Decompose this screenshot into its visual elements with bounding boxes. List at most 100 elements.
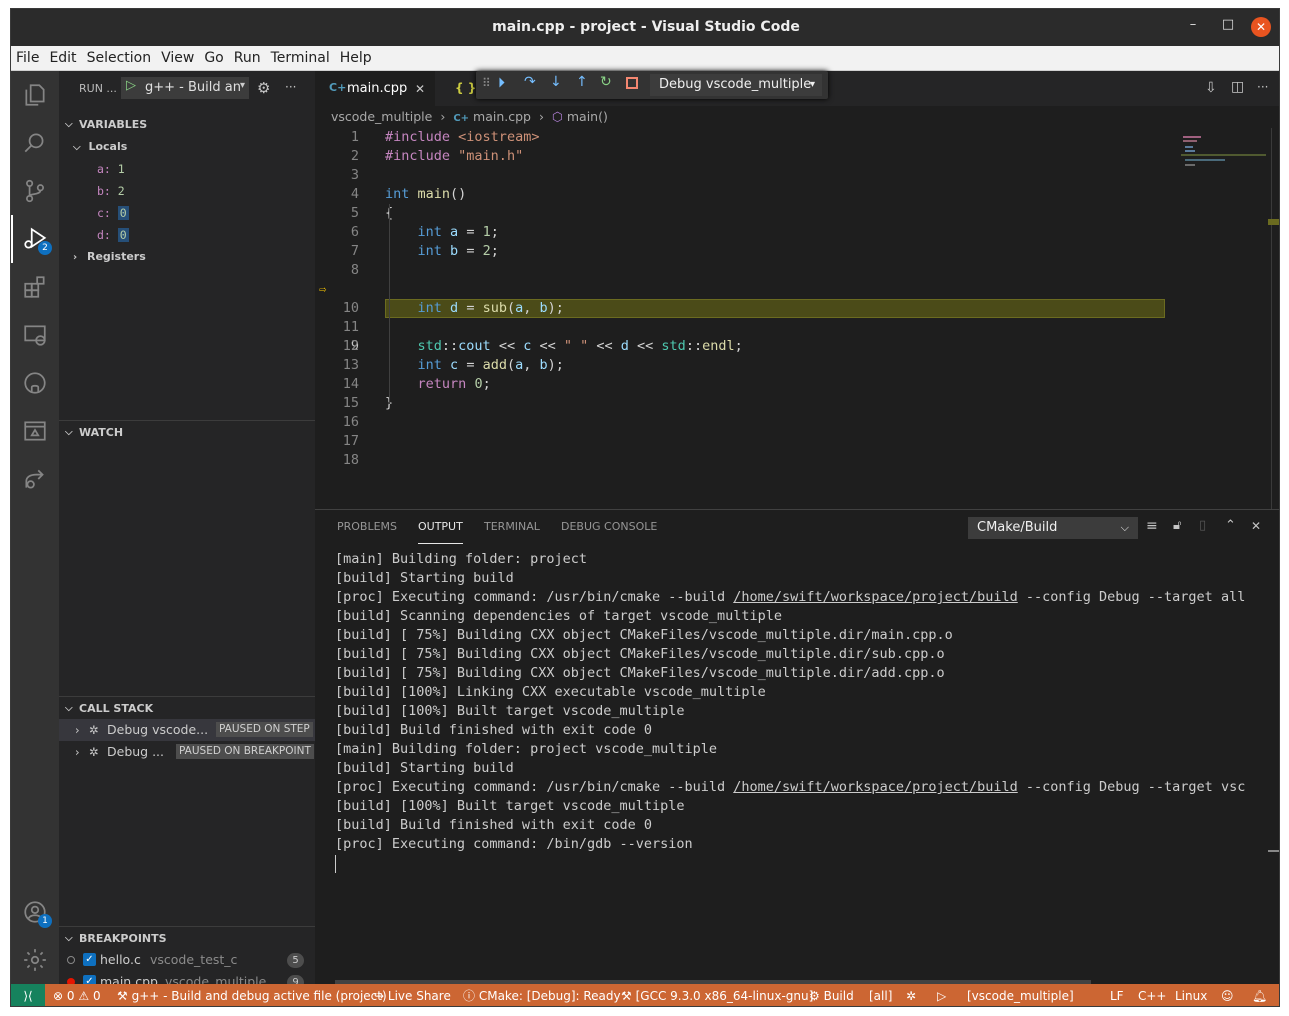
- eol-status[interactable]: LF: [1110, 984, 1124, 1006]
- launch-config-status[interactable]: ⚒ g++ - Build and debug active file (pro…: [117, 984, 387, 1006]
- breadcrumb-folder[interactable]: vscode_multiple: [331, 109, 432, 124]
- tab-main-cpp[interactable]: C+ main.cpp ✕: [315, 71, 435, 106]
- variable-b[interactable]: b: 2: [97, 180, 125, 202]
- tab-problems[interactable]: PROBLEMS: [337, 520, 397, 544]
- output-path-link[interactable]: /home/swift/workspace/project/build: [733, 779, 1017, 795]
- continue-icon[interactable]: ⏵: [498, 75, 505, 91]
- language-mode-status[interactable]: C++: [1138, 984, 1167, 1006]
- line-number: 15: [342, 395, 359, 411]
- chevron-down-icon: ▾: [239, 80, 245, 91]
- registers-scope[interactable]: › Registers: [73, 246, 146, 268]
- breadcrumb: vscode_multiple › C+ main.cpp › ⬡ main(): [315, 106, 1279, 128]
- menu-selection[interactable]: Selection: [82, 46, 157, 66]
- run-debug-icon[interactable]: 2: [11, 215, 59, 263]
- launch-config-dropdown[interactable]: ▷ g++ - Build an ▾: [121, 77, 249, 99]
- cmake-icon[interactable]: [11, 407, 59, 455]
- breakpoint-item[interactable]: ✓ hello.c vscode_test_c 5: [59, 949, 315, 971]
- menu-view[interactable]: View: [156, 46, 199, 66]
- stop-icon[interactable]: [626, 77, 638, 89]
- search-icon[interactable]: [11, 119, 59, 167]
- more-actions-icon[interactable]: ···: [1257, 80, 1268, 94]
- restart-icon[interactable]: ↻: [600, 74, 612, 90]
- locals-scope[interactable]: ⌵ Locals: [73, 136, 127, 158]
- cmake-kit-status[interactable]: ⚒ [GCC 9.3.0 x86_64-linux-gnu]: [621, 984, 813, 1006]
- output-path-link[interactable]: /home/swift/workspace/project/build: [733, 589, 1017, 605]
- maximize-button[interactable]: □: [1216, 17, 1240, 37]
- tab-output[interactable]: OUTPUT: [418, 520, 463, 544]
- remote-explorer-icon[interactable]: [11, 311, 59, 359]
- problems-status[interactable]: ⊗ 0 ⚠ 0: [53, 984, 101, 1006]
- menu-edit[interactable]: Edit: [44, 46, 81, 66]
- variable-name: a:: [97, 162, 111, 176]
- step-over-icon[interactable]: ↷: [524, 74, 536, 90]
- more-actions-icon[interactable]: ···: [285, 80, 296, 94]
- scrollbar-track[interactable]: [1271, 128, 1272, 509]
- cmake-run-icon[interactable]: ▷: [937, 984, 946, 1006]
- drag-handle-icon[interactable]: ⠿: [482, 76, 491, 90]
- output-line: [build] Build finished with exit code 0: [335, 721, 652, 740]
- cmake-status[interactable]: ⓘ CMake: [Debug]: Ready: [463, 984, 621, 1006]
- breadcrumb-symbol[interactable]: main(): [567, 109, 608, 124]
- menu-file[interactable]: File: [11, 46, 44, 66]
- menu-terminal[interactable]: Terminal: [266, 46, 335, 66]
- output-text: [build] Starting build: [335, 570, 514, 586]
- minimize-button[interactable]: –: [1181, 17, 1205, 37]
- start-debug-icon[interactable]: ▷: [126, 78, 136, 93]
- menu-go[interactable]: Go: [199, 46, 228, 66]
- extensions-icon[interactable]: [11, 263, 59, 311]
- minimap[interactable]: [1173, 128, 1268, 168]
- output-line: [proc] Executing command: /bin/gdb --ver…: [335, 835, 693, 854]
- output-log[interactable]: [main] Building folder: project [build] S…: [315, 550, 1270, 950]
- call-stack-section-header[interactable]: ⌵ CALL STACK: [59, 698, 315, 720]
- tab-terminal[interactable]: TERMINAL: [484, 520, 540, 544]
- breakpoints-section-header[interactable]: ⌵ BREAKPOINTS: [59, 928, 315, 950]
- close-panel-icon[interactable]: ✕: [1251, 519, 1261, 533]
- split-editor-icon[interactable]: ◫: [1231, 79, 1244, 95]
- variable-a[interactable]: a: 1: [97, 158, 125, 180]
- accounts-icon[interactable]: 1: [11, 888, 59, 936]
- lock-scroll-icon[interactable]: 🔓︎: [1173, 518, 1181, 533]
- breadcrumb-file[interactable]: main.cpp: [473, 109, 531, 124]
- gear-icon[interactable]: ⚙: [257, 79, 270, 97]
- cmake-build-button[interactable]: ⚙ Build: [809, 984, 854, 1006]
- settings-gear-icon[interactable]: [11, 936, 59, 984]
- feedback-icon[interactable]: ☺: [1221, 984, 1234, 1006]
- step-into-icon[interactable]: ↓: [550, 74, 562, 90]
- source-control-icon[interactable]: [11, 167, 59, 215]
- chevron-right-icon: ›: [73, 252, 78, 263]
- variable-d[interactable]: d: 0: [97, 224, 129, 246]
- breakpoint-checkbox[interactable]: ✓: [83, 953, 96, 966]
- menu-run[interactable]: Run: [229, 46, 266, 66]
- run-view-title: RUN ...: [79, 82, 117, 95]
- chevron-down-icon: ▾: [809, 79, 815, 90]
- platform-status[interactable]: Linux: [1175, 984, 1207, 1006]
- variables-section-header[interactable]: ⌵ VARIABLES: [59, 114, 315, 136]
- cmake-target-status[interactable]: [all]: [869, 984, 892, 1006]
- open-changes-icon[interactable]: ⇩: [1205, 80, 1217, 96]
- menu-help[interactable]: Help: [335, 46, 377, 66]
- output-line: [proc] Executing command: /usr/bin/cmake…: [335, 588, 1245, 607]
- explorer-icon[interactable]: [11, 71, 59, 119]
- live-share-icon[interactable]: [11, 455, 59, 503]
- watch-section-header[interactable]: ⌵ WATCH: [59, 422, 315, 444]
- remote-indicator[interactable]: ⟩⟨: [11, 984, 45, 1006]
- call-stack-item[interactable]: › ✲ Debug vscode... PAUSED ON STEP: [59, 719, 315, 741]
- call-stack-item[interactable]: › ✲ Debug ... PAUSED ON BREAKPOINT: [59, 741, 315, 763]
- cmake-launch-target-status[interactable]: [vscode_multiple]: [967, 984, 1074, 1006]
- debug-session-select[interactable]: Debug vscode_multiple ▾: [650, 74, 822, 96]
- clear-output-icon[interactable]: ≡: [1146, 518, 1158, 534]
- tab-debug-console[interactable]: DEBUG CONSOLE: [561, 520, 657, 544]
- tab-close-icon[interactable]: ✕: [415, 82, 425, 96]
- maximize-panel-icon[interactable]: ⌃: [1225, 518, 1236, 533]
- output-channel-select[interactable]: CMake/Build ⌵: [968, 517, 1138, 539]
- live-share-status[interactable]: ↪ Live Share: [374, 984, 451, 1006]
- step-out-icon[interactable]: ↑: [576, 74, 588, 90]
- cmake-debug-icon[interactable]: ✲: [906, 984, 916, 1006]
- variable-c[interactable]: c: 0: [97, 202, 129, 224]
- output-channel-name: CMake/Build: [977, 520, 1058, 535]
- close-window-button[interactable]: ✕: [1251, 17, 1271, 37]
- chevron-right-icon: ›: [538, 109, 544, 124]
- json-braces-icon[interactable]: { }: [455, 81, 476, 95]
- notifications-bell-icon[interactable]: 🔔︎: [1252, 984, 1267, 1006]
- github-icon[interactable]: [11, 359, 59, 407]
